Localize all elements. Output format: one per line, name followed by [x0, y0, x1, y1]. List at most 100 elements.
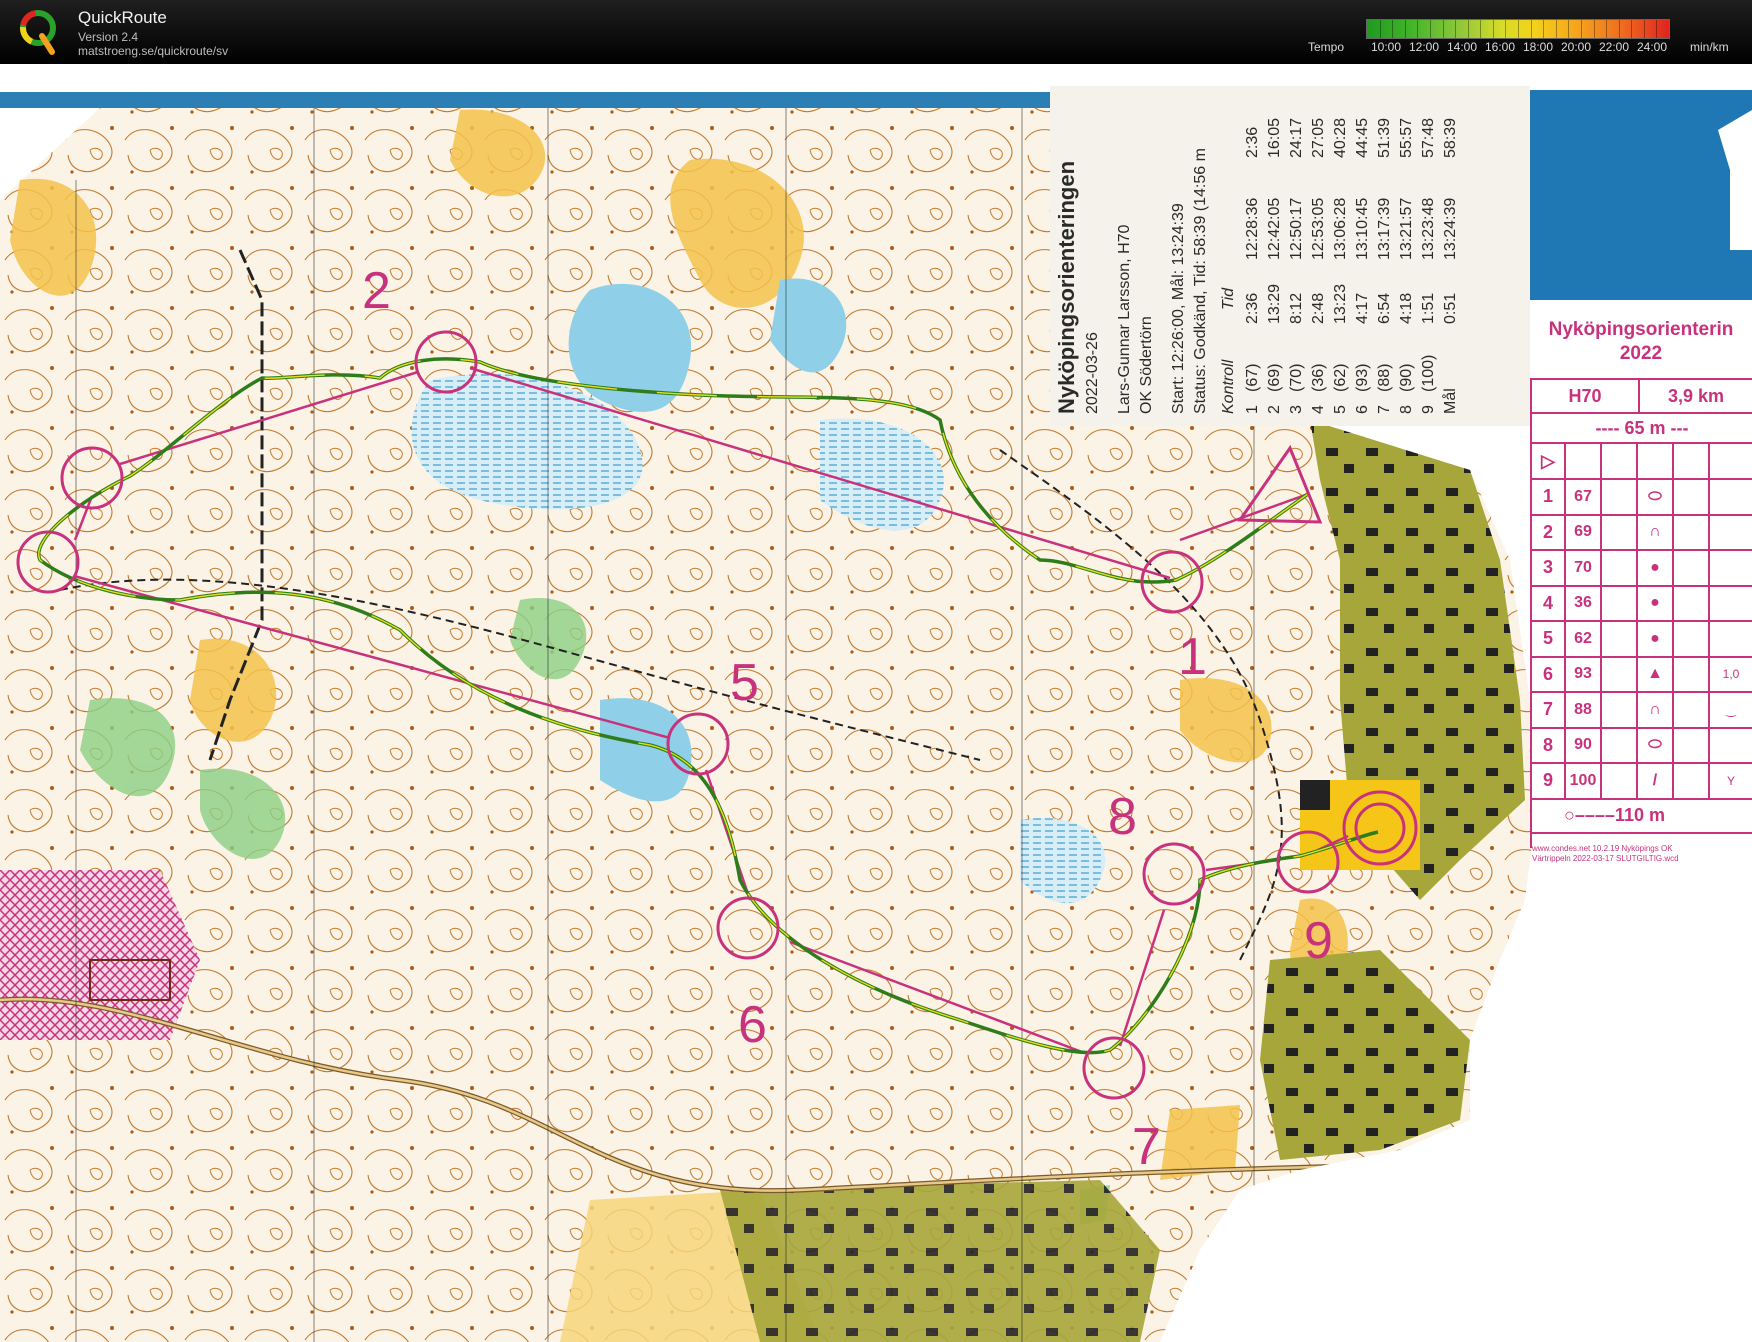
split-leg: 13:29	[1266, 283, 1283, 324]
split-total: 58:39	[1442, 117, 1459, 158]
start-finish-times: Start: 12:26:00, Mål: 13:24:39	[1170, 203, 1187, 414]
tempo-tick: 22:00	[1598, 40, 1630, 54]
forbidden-area	[0, 870, 200, 1040]
split-code: (88)	[1376, 363, 1393, 392]
tempo-unit: min/km	[1690, 40, 1729, 54]
desc-footer-line2: Värtrippeln 2022-03-17 SLUTGILTIG.wcd	[1532, 854, 1679, 863]
split-total: 57:48	[1420, 117, 1437, 158]
desc-row-extra	[1710, 480, 1752, 516]
split-clock: 13:06:28	[1332, 197, 1349, 260]
split-leg: 8:12	[1288, 292, 1305, 324]
map-margin-blue	[1528, 90, 1752, 300]
split-total: 24:17	[1288, 117, 1305, 158]
event-title: Nyköpingsorienteringen	[1054, 160, 1079, 414]
split-nr: 9	[1420, 405, 1437, 414]
control-number: 7	[1132, 1118, 1161, 1176]
split-row: 8 (90) 4:18 13:21:57 55:57	[1398, 84, 1420, 420]
desc-row-nr: 9	[1532, 764, 1566, 800]
split-clock: 13:21:57	[1398, 197, 1415, 260]
desc-row-feature: /	[1638, 764, 1674, 800]
runner-name: Lars-Gunnar Larsson, H70	[1116, 224, 1133, 414]
control-number: 5	[730, 654, 759, 712]
split-nr: 8	[1398, 405, 1415, 414]
tempo-tick: 10:00	[1370, 40, 1402, 54]
desc-finish-distance: 110 m	[1614, 805, 1665, 825]
split-total: 27:05	[1310, 117, 1327, 158]
tempo-scale-tick	[1606, 20, 1608, 38]
desc-start-blank	[1710, 444, 1752, 480]
desc-row-nr: 2	[1532, 515, 1566, 551]
tempo-scale-tick	[1568, 20, 1570, 38]
control-number: 9	[1304, 912, 1333, 970]
split-total: 44:45	[1354, 117, 1371, 158]
tempo-scale-tick	[1442, 20, 1444, 38]
desc-title-line2: 2022	[1619, 343, 1663, 364]
desc-climb: ---- 65 m ---	[1532, 414, 1752, 444]
split-clock: 13:17:39	[1376, 197, 1393, 260]
tempo-scale-tick	[1505, 20, 1507, 38]
desc-class: H70	[1532, 378, 1640, 414]
split-nr: 1	[1244, 405, 1261, 414]
desc-row-code: 90	[1566, 728, 1602, 764]
desc-row-feature: ⬭	[1638, 480, 1674, 516]
split-code: (67)	[1244, 363, 1261, 392]
desc-row-feature: ∩	[1638, 693, 1674, 729]
tempo-tick: 14:00	[1446, 40, 1478, 54]
desc-row-blank	[1602, 728, 1638, 764]
desc-row-blank	[1674, 693, 1710, 729]
split-code: (62)	[1332, 363, 1349, 392]
desc-start-blank	[1638, 444, 1674, 480]
split-code: (69)	[1266, 363, 1283, 392]
tempo-scale-tick	[1530, 20, 1532, 38]
tempo-scale-tick	[1392, 20, 1394, 38]
split-clock: 12:50:17	[1288, 197, 1305, 260]
tempo-scale-tick	[1480, 20, 1482, 38]
split-clock: 12:42:05	[1266, 197, 1283, 260]
control-number: 1	[1178, 628, 1207, 686]
tempo-tick: 18:00	[1522, 40, 1554, 54]
split-total: 16:05	[1266, 117, 1283, 158]
control-number: 2	[362, 262, 391, 320]
split-leg: 2:36	[1244, 292, 1261, 324]
split-row: Mål 0:51 13:24:39 58:39	[1442, 84, 1464, 420]
desc-row-blank	[1602, 551, 1638, 587]
desc-row-code: 70	[1566, 551, 1602, 587]
tempo-color-scale	[1366, 19, 1670, 39]
split-row: 4 (36) 2:48 12:53:05 27:05	[1310, 84, 1332, 420]
desc-row-blank	[1602, 764, 1638, 800]
desc-row-blank	[1602, 693, 1638, 729]
split-total: 2:36	[1244, 126, 1261, 158]
tempo-scale-tick	[1518, 20, 1519, 38]
split-code: (70)	[1288, 363, 1305, 392]
split-leg: 2:48	[1310, 292, 1327, 324]
tempo-scale-tick	[1492, 20, 1494, 38]
split-leg: 4:17	[1354, 292, 1371, 324]
desc-row-nr: 7	[1532, 693, 1566, 729]
desc-row-extra	[1710, 587, 1752, 622]
split-code: (90)	[1398, 363, 1415, 392]
desc-row-blank	[1674, 480, 1710, 516]
desc-row-blank	[1602, 515, 1638, 551]
desc-row-blank	[1674, 586, 1710, 622]
desc-row-code: 67	[1566, 480, 1602, 516]
event-date: 2022-03-26	[1084, 332, 1101, 414]
desc-footer-line1: www.condes.net 10.2.19 Nyköpings OK	[1532, 844, 1673, 853]
desc-row-extra: ‿	[1710, 693, 1752, 729]
desc-row-nr: 5	[1532, 622, 1566, 658]
tempo-tick: 20:00	[1560, 40, 1592, 54]
tempo-tick: 16:00	[1484, 40, 1516, 54]
desc-row-extra	[1710, 516, 1752, 551]
desc-row-code: 100	[1566, 764, 1602, 800]
split-nr: 4	[1310, 405, 1327, 414]
desc-row-extra: Y	[1710, 764, 1752, 800]
split-code: (100)	[1420, 354, 1437, 392]
app-url[interactable]: matstroeng.se/quickroute/sv	[78, 44, 228, 58]
desc-row-extra	[1710, 622, 1752, 658]
desc-row-nr: 3	[1532, 551, 1566, 587]
tempo-tick: 24:00	[1636, 40, 1668, 54]
tempo-scale-tick	[1555, 20, 1557, 38]
split-row: 3 (70) 8:12 12:50:17 24:17	[1288, 84, 1310, 420]
split-row: 7 (88) 6:54 13:17:39 51:39	[1376, 84, 1398, 420]
desc-row-feature: ●	[1638, 551, 1674, 587]
app-name: QuickRoute	[78, 8, 167, 27]
